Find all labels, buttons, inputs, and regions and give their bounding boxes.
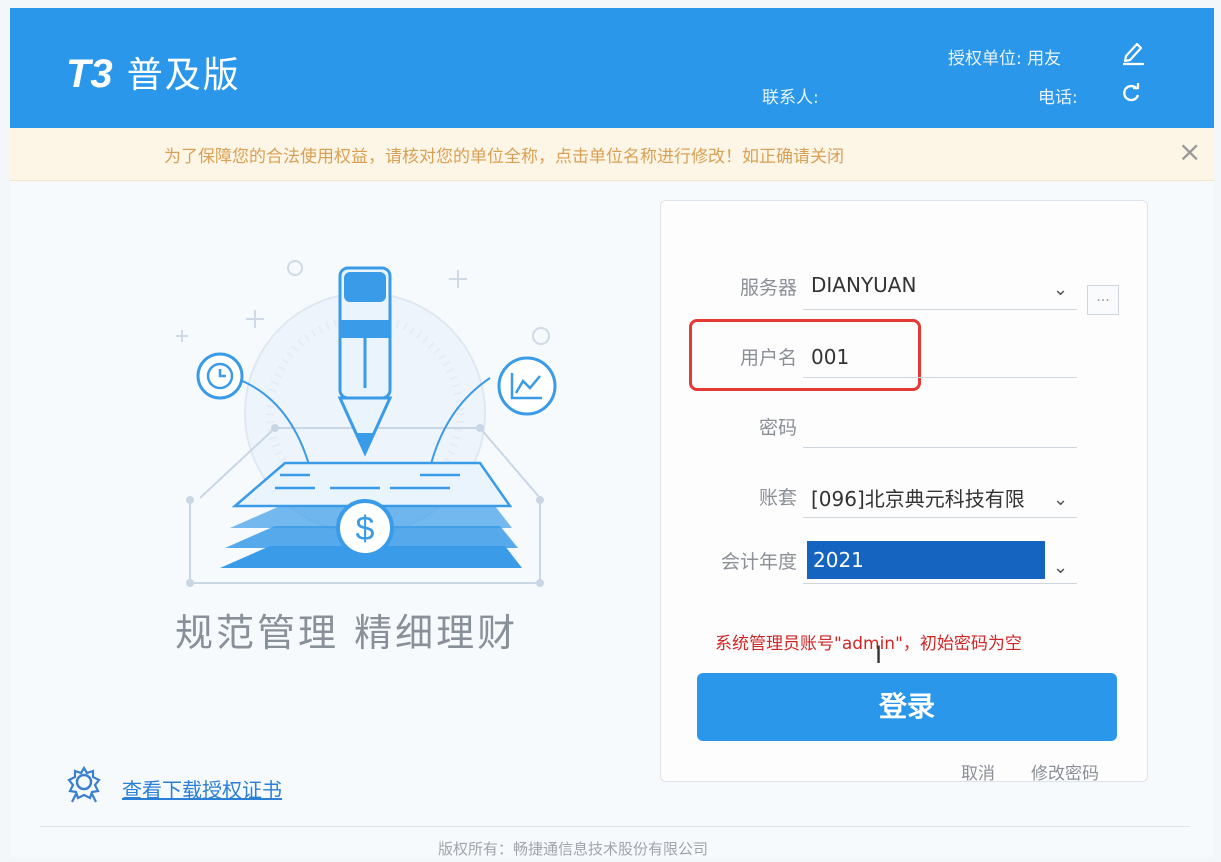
change-password-link[interactable]: 修改密码 — [1031, 759, 1099, 784]
server-label: 服务器 — [739, 277, 797, 299]
notice-bar: 为了保障您的合法使用权益，请核对您的单位全称，点击单位名称进行修改！如正确请关闭… — [10, 128, 1214, 181]
account-underline — [803, 517, 1077, 518]
slogan: 规范管理 精细理财 — [175, 611, 519, 655]
fiscal-year-label: 会计年度 — [720, 551, 797, 573]
server-more-button[interactable]: ... — [1087, 285, 1119, 315]
fiscal-year-underline — [803, 583, 1077, 584]
logo-t3: T3 — [66, 52, 113, 96]
chevron-down-icon[interactable]: ⌄ — [1053, 489, 1068, 510]
close-icon[interactable]: × — [1178, 136, 1201, 168]
license-unit[interactable]: 授权单位: 用友 — [948, 44, 1061, 69]
logo-edition: 普及版 — [126, 55, 241, 96]
username-input[interactable]: 001 — [811, 345, 1071, 369]
server-select[interactable]: DIANYUAN — [811, 273, 1041, 297]
gear-icon[interactable] — [64, 764, 104, 804]
contact-label: 联系人: — [762, 88, 819, 108]
app-logo: T3 普及版 — [66, 46, 241, 98]
fiscal-year-select[interactable]: 2021 — [807, 541, 1045, 579]
phone-label: 电话: — [1038, 88, 1078, 108]
server-underline — [803, 309, 1077, 310]
chevron-down-icon[interactable]: ⌄ — [1053, 557, 1068, 578]
chevron-down-icon[interactable]: ⌄ — [1053, 279, 1068, 300]
refresh-icon[interactable] — [1120, 82, 1142, 104]
footer-divider — [40, 826, 1190, 827]
password-input[interactable] — [811, 413, 1071, 439]
view-license-cert-link[interactable]: 查看下载授权证书 — [122, 774, 282, 803]
login-button[interactable]: 登录 — [697, 673, 1117, 741]
notice-text: 为了保障您的合法使用权益，请核对您的单位全称，点击单位名称进行修改！如正确请关闭 — [164, 147, 844, 167]
username-label: 用户名 — [739, 347, 797, 369]
account-select[interactable]: [096]北京典元科技有限 — [811, 483, 1049, 512]
account-label: 账套 — [758, 487, 797, 509]
admin-hint: 系统管理员账号"admin"，初始密码为空 — [715, 634, 1022, 654]
copyright: 版权所有：畅捷通信息技术股份有限公司 — [438, 840, 709, 858]
password-underline — [803, 447, 1077, 448]
login-window: T3 普及版 授权单位: 用友 联系人: 电话: 为了保障您的合法使用权益，请核… — [10, 8, 1214, 858]
pencil-illustration: $ — [176, 260, 557, 587]
login-panel: 服务器 DIANYUAN ⌄ ... 用户名 001 密码 账套 [096]北京… — [660, 200, 1148, 784]
app-header: T3 普及版 授权单位: 用友 联系人: 电话: — [10, 8, 1214, 128]
svg-text:$: $ — [356, 510, 375, 548]
text-cursor-icon: I — [875, 641, 883, 669]
edit-icon[interactable] — [1120, 38, 1146, 66]
username-underline — [803, 377, 1077, 378]
password-label: 密码 — [758, 417, 797, 439]
cancel-link[interactable]: 取消 — [961, 759, 995, 784]
